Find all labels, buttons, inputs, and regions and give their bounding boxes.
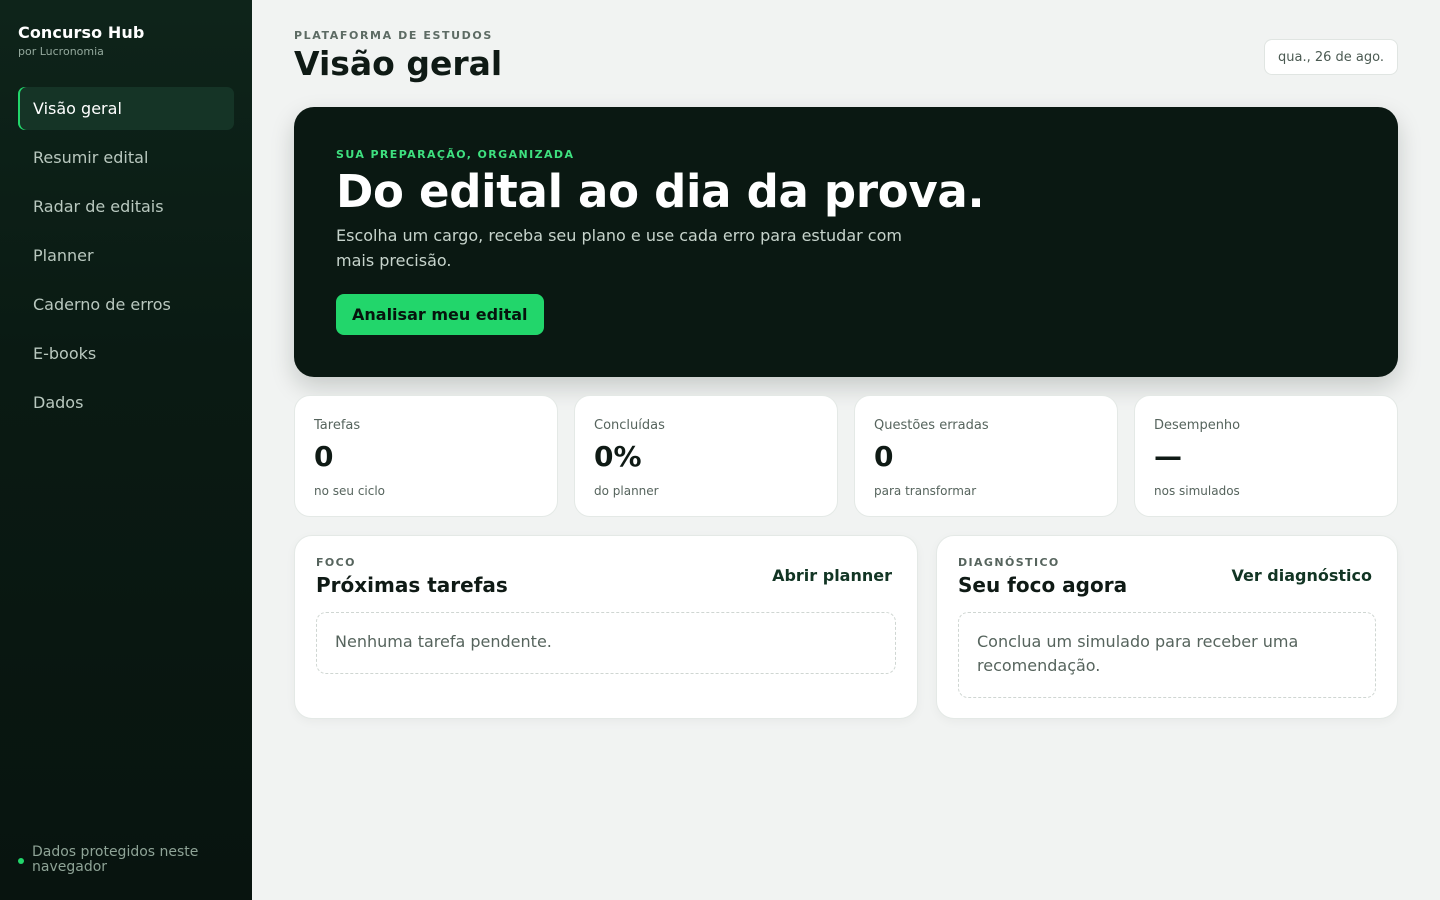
view-diagnosis-link[interactable]: Ver diagnóstico [1231,566,1372,585]
sidebar-item-visao-geral[interactable]: Visão geral [18,87,234,130]
diagnosis-panel: DIAGNÓSTICO Seu foco agora Ver diagnósti… [936,535,1398,719]
stat-card-desempenho: Desempenho — nos simulados [1134,395,1398,517]
privacy-notice: Dados protegidos neste navegador [18,845,238,875]
privacy-notice-text: Dados protegidos neste navegador [32,844,199,875]
stat-note: nos simulados [1154,484,1240,498]
empty-diagnosis-message: Conclua um simulado para receber uma rec… [958,612,1376,698]
empty-tasks-message: Nenhuma tarefa pendente. [316,612,896,674]
sidebar-item-resumir-edital[interactable]: Resumir edital [18,136,234,179]
open-planner-link[interactable]: Abrir planner [772,566,892,585]
page-eyebrow: PLATAFORMA DE ESTUDOS [294,29,493,42]
stat-label: Tarefas [314,418,361,433]
stat-card-concluidas: Concluídas 0% do planner [574,395,838,517]
stats-row: Tarefas 0 no seu ciclo Concluídas 0% do … [294,395,1398,517]
hero-title: Do edital ao dia da prova. [336,165,985,218]
hero-banner: SUA PREPARAÇÃO, ORGANIZADA Do edital ao … [294,107,1398,377]
brand: Concurso Hub por Lucronomia [18,23,144,58]
panel-title: Seu foco agora [958,573,1128,597]
stat-value: — [1154,440,1182,473]
date-badge: qua., 26 de ago. [1264,39,1398,75]
brand-subtitle: por Lucronomia [18,45,104,58]
hero-eyebrow: SUA PREPARAÇÃO, ORGANIZADA [336,148,575,161]
sidebar-nav: Visão geral Resumir edital Radar de edit… [18,87,234,430]
stat-value: 0 [314,440,334,473]
sidebar-item-dados[interactable]: Dados [18,381,234,424]
upcoming-tasks-panel: FOCO Próximas tarefas Abrir planner Nenh… [294,535,918,719]
stat-label: Concluídas [594,418,665,433]
stat-value: 0 [874,440,894,473]
stat-note: para transformar [874,484,977,498]
stat-note: no seu ciclo [314,484,386,498]
hero-description: Escolha um cargo, receba seu plano e use… [336,226,902,270]
brand-name: Concurso Hub [18,23,145,42]
panel-eyebrow: DIAGNÓSTICO [958,556,1060,569]
sidebar-item-caderno-de-erros[interactable]: Caderno de erros [18,283,234,326]
stat-card-questoes-erradas: Questões erradas 0 para transformar [854,395,1118,517]
sidebar-item-e-books[interactable]: E-books [18,332,234,375]
status-dot-icon [18,858,24,864]
sidebar-item-radar-de-editais[interactable]: Radar de editais [18,185,234,228]
stat-card-tarefas: Tarefas 0 no seu ciclo [294,395,558,517]
stat-note: do planner [594,484,659,498]
analyze-edital-button[interactable]: Analisar meu edital [336,294,544,335]
stat-value: 0% [594,440,642,473]
panel-title: Próximas tarefas [316,573,508,597]
page-title: Visão geral [294,44,503,83]
panel-eyebrow: FOCO [316,556,356,569]
stat-label: Questões erradas [874,418,989,433]
sidebar-item-planner[interactable]: Planner [18,234,234,277]
stat-label: Desempenho [1154,418,1241,433]
sidebar: Concurso Hub por Lucronomia Visão geral … [0,0,252,900]
